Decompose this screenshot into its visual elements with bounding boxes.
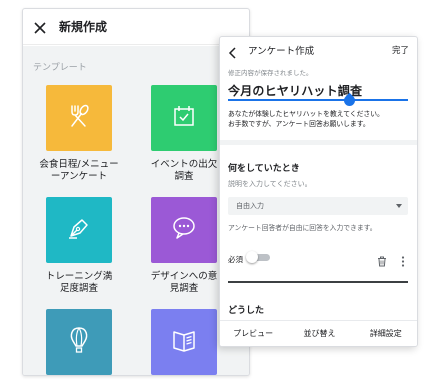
- survey-title-input[interactable]: 今月のヒヤリハット調査: [228, 82, 362, 99]
- template-tile[interactable]: [46, 197, 112, 263]
- section-divider: [220, 140, 417, 145]
- bottom-action-bar: プレビュー 並び替え 詳細設定: [220, 320, 417, 346]
- calendar-check-icon: [171, 103, 197, 133]
- template-balloon[interactable]: [30, 309, 128, 375]
- survey-editor-title: アンケート作成: [248, 46, 315, 57]
- preview-button[interactable]: プレビュー: [220, 328, 286, 339]
- toggle-knob: [246, 251, 258, 263]
- template-training-satisfaction[interactable]: トレーニング満 足度調査: [30, 197, 128, 295]
- answer-type-help: アンケート回答者が自由に回答を入力できます。: [228, 224, 377, 232]
- question-title[interactable]: 何をしていたとき: [228, 161, 300, 174]
- survey-editor-header: アンケート作成 完了: [220, 37, 417, 63]
- template-tile[interactable]: [151, 85, 217, 151]
- template-dinner-menu-survey[interactable]: 会食日程/メニュー ーアンケート: [30, 85, 128, 183]
- speech-bubble-icon: [170, 214, 198, 246]
- saved-status-text: 修正内容が保存されました。: [228, 69, 313, 77]
- required-label: 必須: [228, 255, 243, 264]
- back-arrow-icon[interactable]: [228, 44, 238, 59]
- template-label: トレーニング満 足度調査: [45, 271, 113, 294]
- question-title[interactable]: どうした: [228, 303, 264, 316]
- answer-type-value: 自由入力: [236, 202, 264, 210]
- more-vertical-icon[interactable]: [401, 252, 405, 267]
- answer-type-select[interactable]: 自由入力: [228, 197, 408, 215]
- template-label: 会食日程/メニュー ーアンケート: [39, 159, 119, 182]
- dropdown-arrow-icon: [396, 204, 402, 208]
- template-tile[interactable]: [46, 85, 112, 151]
- pen-nib-icon: [65, 214, 93, 246]
- hot-air-balloon-icon: [65, 325, 93, 359]
- question-card-bottom-border: [228, 281, 408, 283]
- new-creation-title: 新規作成: [59, 20, 108, 34]
- fork-spoon-icon: [65, 102, 93, 134]
- title-input-underline: [228, 99, 408, 101]
- survey-description-line1[interactable]: あなたが体験したヒヤリハットを教えてください。: [228, 108, 384, 118]
- survey-description-line2[interactable]: お手数ですが、アンケート回答お願いします。: [228, 118, 370, 128]
- template-tile[interactable]: [46, 309, 112, 375]
- survey-editor-panel: アンケート作成 完了 修正内容が保存されました。 今月のヒヤリハット調査 あなた…: [219, 36, 418, 347]
- template-tile[interactable]: [151, 309, 217, 375]
- done-button[interactable]: 完了: [392, 44, 409, 56]
- reorder-button[interactable]: 並び替え: [286, 328, 352, 339]
- new-creation-panel: 新規作成 テンプレート 会食日程/メニュー ーアンケート イベントの出欠 調査 …: [22, 8, 250, 376]
- template-tile[interactable]: [151, 197, 217, 263]
- new-creation-header: 新規作成: [23, 9, 249, 45]
- close-icon[interactable]: [33, 20, 47, 34]
- detail-settings-button[interactable]: 詳細設定: [353, 328, 417, 339]
- template-section-label: テンプレート: [33, 63, 87, 73]
- trash-icon[interactable]: [377, 252, 387, 267]
- question-description-placeholder[interactable]: 説明を入力してください。: [228, 179, 312, 189]
- template-area: テンプレート 会食日程/メニュー ーアンケート イベントの出欠 調査 トレーニン…: [23, 46, 249, 375]
- open-book-icon: [170, 326, 198, 358]
- required-toggle[interactable]: [246, 251, 270, 263]
